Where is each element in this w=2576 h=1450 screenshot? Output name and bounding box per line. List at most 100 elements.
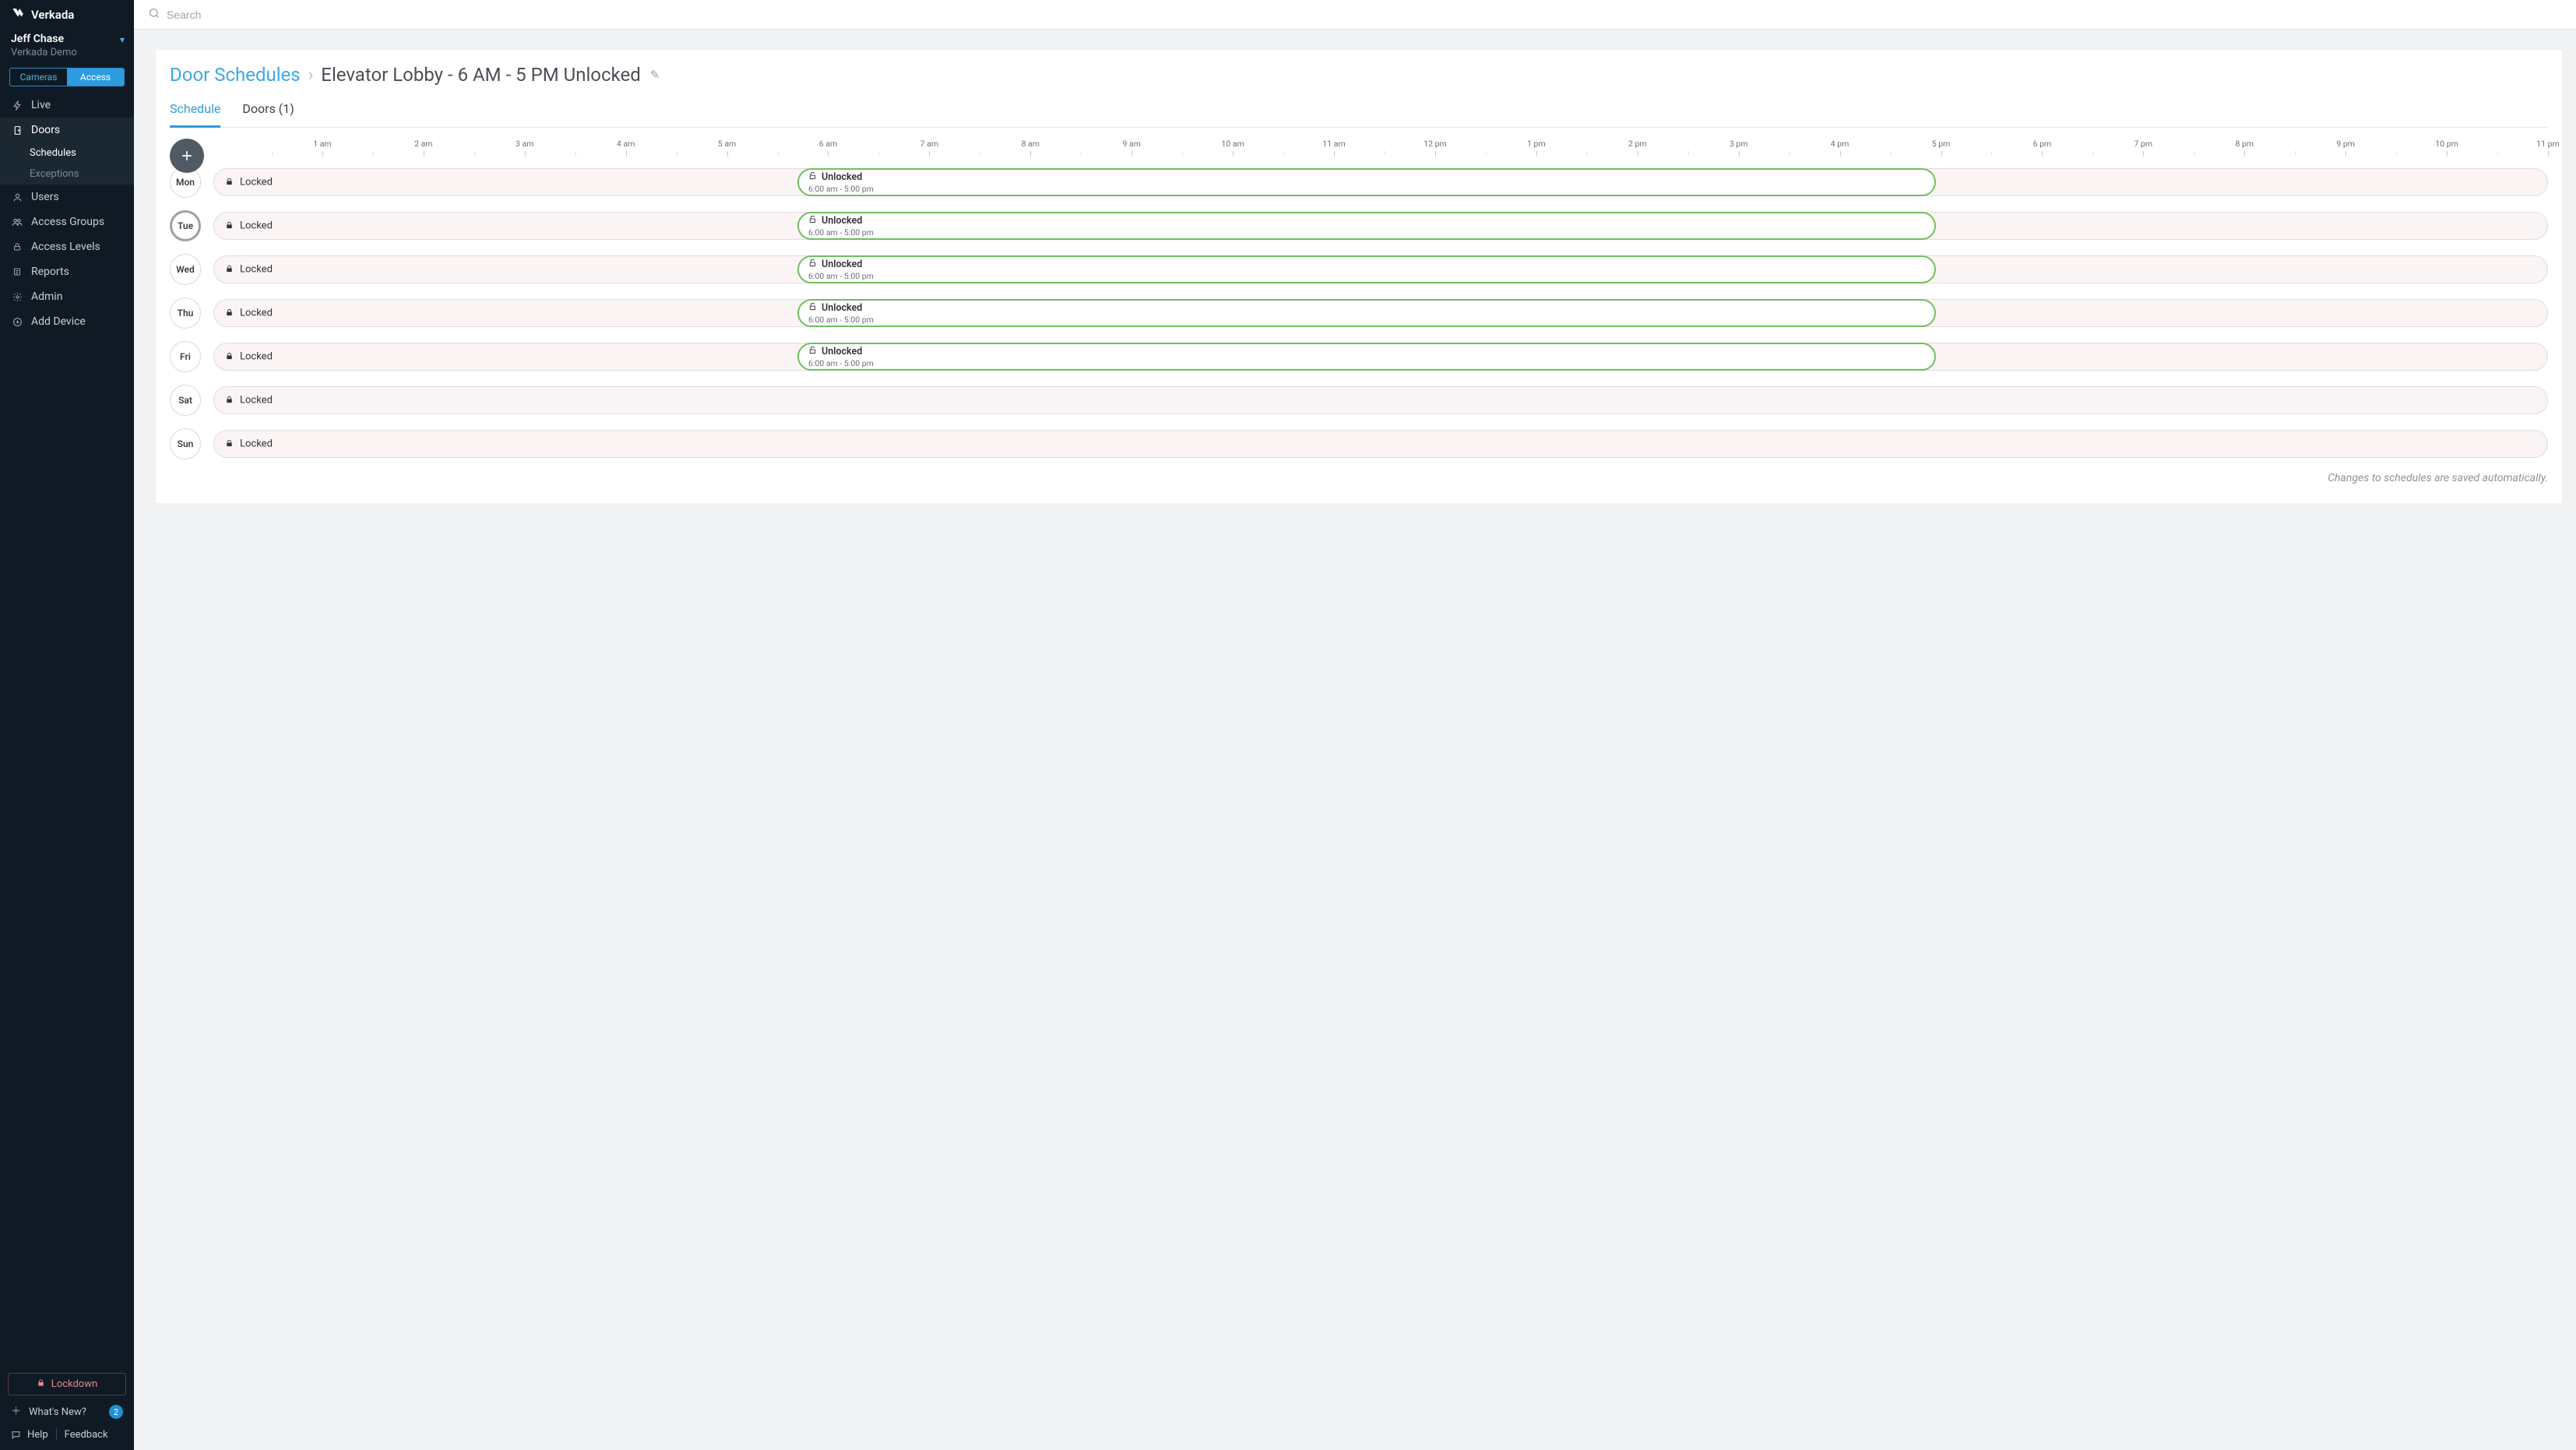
unlocked-segment[interactable]: Unlocked6:00 am - 5:00 pm <box>797 299 1936 327</box>
tick-minor <box>2396 151 2397 155</box>
hour-label: 6 pm <box>2033 139 2052 149</box>
search-icon <box>148 7 160 23</box>
nav-admin[interactable]: Admin <box>0 284 134 309</box>
schedule-track[interactable]: LockedUnlocked6:00 am - 5:00 pm <box>213 343 2548 371</box>
tick <box>2143 151 2144 157</box>
tick <box>929 151 930 157</box>
tick <box>2244 151 2245 157</box>
tick <box>727 151 728 157</box>
group-icon <box>11 216 23 227</box>
add-schedule-button[interactable] <box>170 139 204 173</box>
chevron-right-icon: › <box>308 65 314 85</box>
hour-label: 11 am <box>1322 139 1345 149</box>
lockdown-button[interactable]: Lockdown <box>8 1373 126 1395</box>
nav-access-groups[interactable]: Access Groups <box>0 209 134 234</box>
hour-label: 4 pm <box>1831 139 1849 149</box>
feedback-link[interactable]: Feedback <box>65 1429 108 1441</box>
day-pill[interactable]: Thu <box>170 297 201 329</box>
hour-label: 5 am <box>718 139 736 149</box>
whats-new-count: 2 <box>109 1405 123 1419</box>
locked-text: Locked <box>240 220 273 232</box>
nav-doors-label: Doors <box>31 124 60 136</box>
hour-label: 7 am <box>920 139 938 149</box>
schedule-track[interactable]: Locked Unlocked6:00 am - 5:00 pm <box>213 255 2548 283</box>
day-pill[interactable]: Sun <box>170 428 201 459</box>
unlocked-segment[interactable]: Unlocked6:00 am - 5:00 pm <box>797 212 1936 240</box>
schedule-track[interactable]: Locked Unlocked6:00 am - 5:00 pm <box>213 212 2548 240</box>
day-pill[interactable]: Tue <box>170 210 201 241</box>
tabs: Schedule Doors (1) <box>170 101 2548 128</box>
sidebar-bottom: Lockdown What's New? 2 Help Feedback <box>0 1365 134 1450</box>
sidebar: Verkada Jeff Chase Verkada Demo ▾ Camera… <box>0 0 134 1450</box>
user-switcher[interactable]: Jeff Chase Verkada Demo ▾ <box>0 30 134 66</box>
schedule-track[interactable]: Locked <box>213 386 2548 414</box>
hour-label: 12 pm <box>1423 139 1447 149</box>
tab-doors[interactable]: Doors (1) <box>242 101 294 127</box>
tab-schedule[interactable]: Schedule <box>170 101 220 128</box>
nav-access-levels[interactable]: Access Levels <box>0 234 134 259</box>
tick-minor <box>1182 151 1183 155</box>
unlocked-segment[interactable]: Unlocked6:00 am - 5:00 pm <box>797 168 1936 196</box>
locked-label: Locked <box>225 177 273 188</box>
locked-text: Locked <box>240 264 273 276</box>
day-pill[interactable]: Fri <box>170 341 201 372</box>
nav-reports[interactable]: Reports <box>0 259 134 284</box>
whats-new-label: What's New? <box>29 1406 86 1418</box>
schedule-row: MonLockedUnlocked6:00 am - 5:00 pm <box>170 167 2548 198</box>
page-title: Elevator Lobby - 6 AM - 5 PM Unlocked <box>321 64 640 86</box>
nav: Live Doors Schedules Exceptions Users Ac… <box>0 93 134 1365</box>
day-pill[interactable]: Wed <box>170 254 201 285</box>
tick <box>1030 151 1031 157</box>
lockdown-label: Lockdown <box>51 1378 97 1390</box>
tick-minor <box>1283 151 1284 155</box>
edit-icon[interactable]: ✎ <box>650 68 660 82</box>
hour-label: 6 am <box>819 139 837 149</box>
time-axis: 1 am2 am3 am4 am5 am6 am7 am8 am9 am10 a… <box>221 139 2548 162</box>
unlocked-segment[interactable]: Unlocked6:00 am - 5:00 pm <box>797 255 1936 283</box>
nav-add-device-label: Add Device <box>31 315 86 328</box>
hour-label: 2 pm <box>1628 139 1647 149</box>
segment-title: Unlocked <box>822 346 862 357</box>
nav-live[interactable]: Live <box>0 93 134 118</box>
nav-access-levels-label: Access Levels <box>31 241 100 253</box>
hour-label: 1 pm <box>1527 139 1546 149</box>
nav-users[interactable]: Users <box>0 185 134 209</box>
nav-doors-exceptions[interactable]: Exceptions <box>0 164 134 185</box>
breadcrumb: Door Schedules › Elevator Lobby - 6 AM -… <box>170 64 2548 86</box>
toggle-access[interactable]: Access <box>67 69 124 86</box>
hour-label: 10 pm <box>2435 139 2458 149</box>
schedule-track[interactable]: Locked Unlocked6:00 am - 5:00 pm <box>213 299 2548 327</box>
plus-circle-icon <box>11 317 23 327</box>
separator <box>56 1428 57 1441</box>
lock-icon <box>225 220 234 231</box>
nav-reports-label: Reports <box>31 266 69 278</box>
tick <box>2042 151 2043 157</box>
report-icon <box>11 267 23 276</box>
hour-label: 3 am <box>516 139 533 149</box>
breadcrumb-root[interactable]: Door Schedules <box>170 64 301 86</box>
tick <box>1840 151 1841 157</box>
tick-minor <box>1486 151 1487 155</box>
whats-new[interactable]: What's New? 2 <box>8 1395 126 1419</box>
segment-title: Unlocked <box>822 259 862 270</box>
hour-label: 9 am <box>1122 139 1140 149</box>
nav-doors[interactable]: Doors <box>0 118 134 143</box>
nav-doors-schedules[interactable]: Schedules <box>0 143 134 164</box>
gear-icon <box>11 292 23 302</box>
brand-name: Verkada <box>31 8 74 22</box>
tick-minor <box>778 151 779 155</box>
schedule-track[interactable]: Locked <box>213 430 2548 458</box>
brand-logo[interactable]: Verkada <box>0 0 134 30</box>
sparkle-icon <box>11 1406 21 1419</box>
toggle-cameras[interactable]: Cameras <box>10 69 67 86</box>
day-pill[interactable]: Sat <box>170 385 201 416</box>
locked-label: Locked <box>225 308 273 319</box>
search-input[interactable] <box>167 9 2562 21</box>
unlocked-segment[interactable]: Unlocked6:00 am - 5:00 pm <box>797 343 1936 371</box>
hour-label: 10 am <box>1221 139 1244 149</box>
chevron-down-icon: ▾ <box>120 34 125 45</box>
help-link[interactable]: Help <box>27 1429 48 1441</box>
hour-label: 8 pm <box>2235 139 2254 149</box>
schedule-track[interactable]: Locked Unlocked6:00 am - 5:00 pm <box>213 168 2548 196</box>
nav-add-device[interactable]: Add Device <box>0 309 134 334</box>
